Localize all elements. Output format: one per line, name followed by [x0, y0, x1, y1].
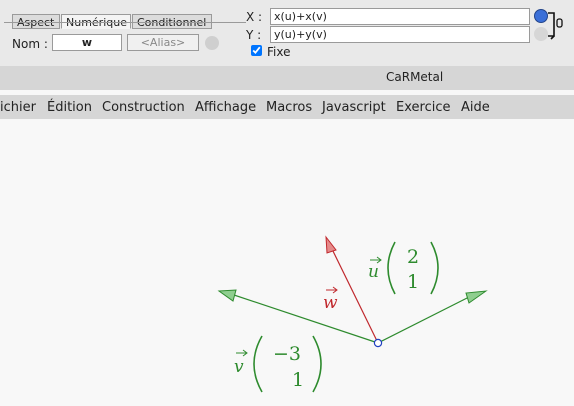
menu-construction[interactable]: Construction — [102, 100, 185, 115]
fixe-checkbox[interactable] — [251, 45, 262, 56]
link-bracket-icon[interactable] — [546, 10, 570, 42]
vector-v-arrowhead — [217, 289, 237, 302]
y-label: Y : — [246, 28, 262, 42]
alias-field[interactable]: <Alias> — [127, 34, 199, 51]
name-label: Nom : — [12, 37, 48, 51]
origin-point[interactable] — [373, 338, 383, 348]
label-v-right-paren — [312, 335, 322, 393]
menu-macros[interactable]: Macros — [266, 100, 312, 115]
construction-drawing: u 2 1 v −3 1 w — [217, 235, 488, 393]
label-w-name: w — [323, 293, 338, 313]
vector-u-arrowhead — [465, 290, 488, 304]
label-v-left-paren — [253, 335, 263, 393]
menu-bar: ichier Édition Construction Affichage Ma… — [0, 95, 574, 119]
title-bar: CaRMetal — [0, 66, 574, 90]
menu-aide[interactable]: Aide — [461, 100, 490, 115]
label-u-right-paren — [430, 241, 439, 295]
vector-arrow-icon — [236, 349, 248, 357]
label-v-coord-x: −3 — [273, 343, 301, 365]
menu-fichier[interactable]: ichier — [0, 100, 36, 115]
x-expression-field[interactable]: x(u)+x(v) — [270, 8, 530, 25]
label-u-coord-y: 1 — [407, 271, 419, 293]
y-expression-field[interactable]: y(u)+y(v) — [270, 26, 530, 43]
geometry-canvas[interactable]: u 2 1 v −3 1 w — [0, 120, 574, 406]
label-v-coord-y: 1 — [292, 369, 304, 391]
vector-w-arrowhead — [325, 235, 337, 254]
label-u-name: u — [368, 262, 379, 282]
label-u-coord-x: 2 — [407, 246, 419, 268]
label-u-left-paren — [387, 241, 396, 295]
window-title: CaRMetal — [386, 70, 444, 84]
menu-javascript[interactable]: Javascript — [322, 100, 386, 115]
label-v-name: v — [234, 357, 244, 377]
menu-edition[interactable]: Édition — [47, 100, 92, 115]
vector-v[interactable] — [230, 293, 379, 344]
properties-tabs: Aspect Numérique Conditionnel — [0, 7, 246, 29]
label-w: w — [323, 286, 338, 313]
vector-u[interactable] — [377, 293, 476, 344]
name-info-icon[interactable] — [205, 36, 219, 50]
menu-exercice[interactable]: Exercice — [396, 100, 450, 115]
label-u: u 2 1 — [368, 241, 439, 295]
name-field[interactable]: w — [52, 34, 122, 51]
menu-affichage[interactable]: Affichage — [195, 100, 256, 115]
label-v: v −3 1 — [234, 335, 322, 393]
fixe-label: Fixe — [267, 45, 291, 59]
properties-panel: Aspect Numérique Conditionnel Nom : w <A… — [0, 0, 574, 66]
x-label: X : — [246, 10, 263, 24]
